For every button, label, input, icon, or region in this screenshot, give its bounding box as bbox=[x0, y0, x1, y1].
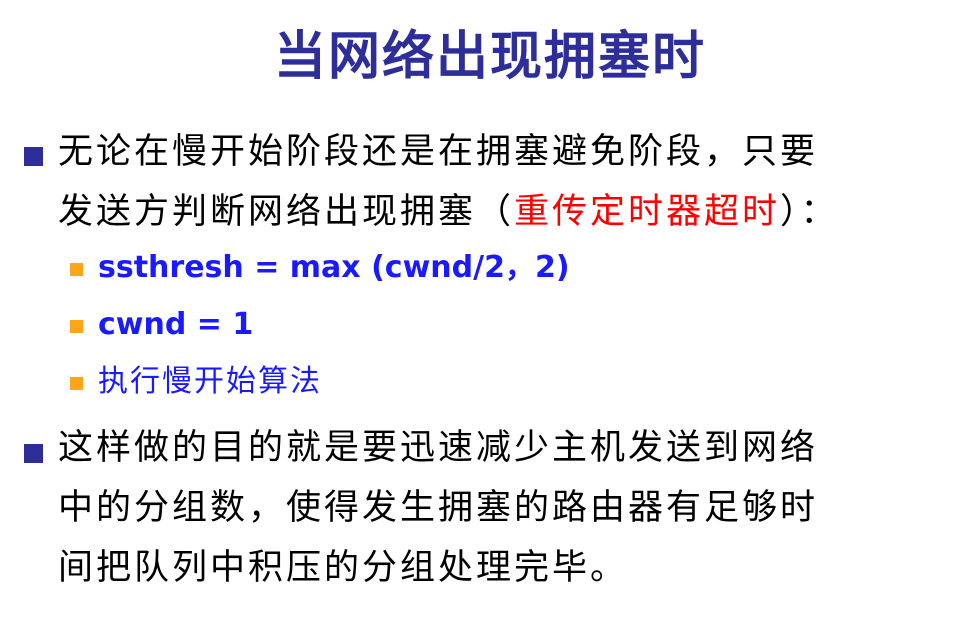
highlight-text: 重传定时器超时 bbox=[514, 192, 781, 232]
sub-item-text: cwnd = 1 bbox=[98, 307, 254, 342]
small-square-bullet-icon bbox=[70, 320, 83, 333]
bullet-text: 无论在慢开始阶段还是在拥塞避免阶段，只要 发送方判断网络出现拥塞（重传定时器超时… bbox=[58, 122, 958, 242]
bullet-line-1: 无论在慢开始阶段还是在拥塞避免阶段，只要 bbox=[58, 132, 819, 172]
bullet-line-3: 间把队列中积压的分组处理完毕。 bbox=[58, 548, 629, 588]
square-bullet-icon bbox=[24, 444, 43, 463]
sub-item-ssthresh: ssthresh = max (cwnd/2，2) bbox=[0, 240, 980, 296]
bullet-line-2: 发送方判断网络出现拥塞（重传定时器超时）： bbox=[58, 182, 958, 242]
sub-item-slow-start: 执行慢开始算法 bbox=[0, 354, 980, 410]
bullet-line-2-suffix: ）： bbox=[780, 192, 839, 232]
sub-item-text: ssthresh = max (cwnd/2，2) bbox=[98, 250, 570, 285]
bullet-line-2-prefix: 发送方判断网络出现拥塞（ bbox=[58, 192, 515, 232]
sub-item-cwnd: cwnd = 1 bbox=[0, 297, 980, 353]
sub-item-text: 执行慢开始算法 bbox=[98, 364, 322, 399]
small-square-bullet-icon bbox=[70, 263, 83, 276]
bullet-text: 这样做的目的就是要迅速减少主机发送到网络 中的分组数，使得发生拥塞的路由器有足够… bbox=[58, 418, 958, 598]
slide-title: 当网络出现拥塞时 bbox=[273, 27, 706, 87]
bullet-line-2: 中的分组数，使得发生拥塞的路由器有足够时 bbox=[58, 488, 819, 528]
small-square-bullet-icon bbox=[70, 377, 83, 390]
square-bullet-icon bbox=[24, 147, 43, 166]
bullet-line-1: 这样做的目的就是要迅速减少主机发送到网络 bbox=[58, 428, 819, 468]
